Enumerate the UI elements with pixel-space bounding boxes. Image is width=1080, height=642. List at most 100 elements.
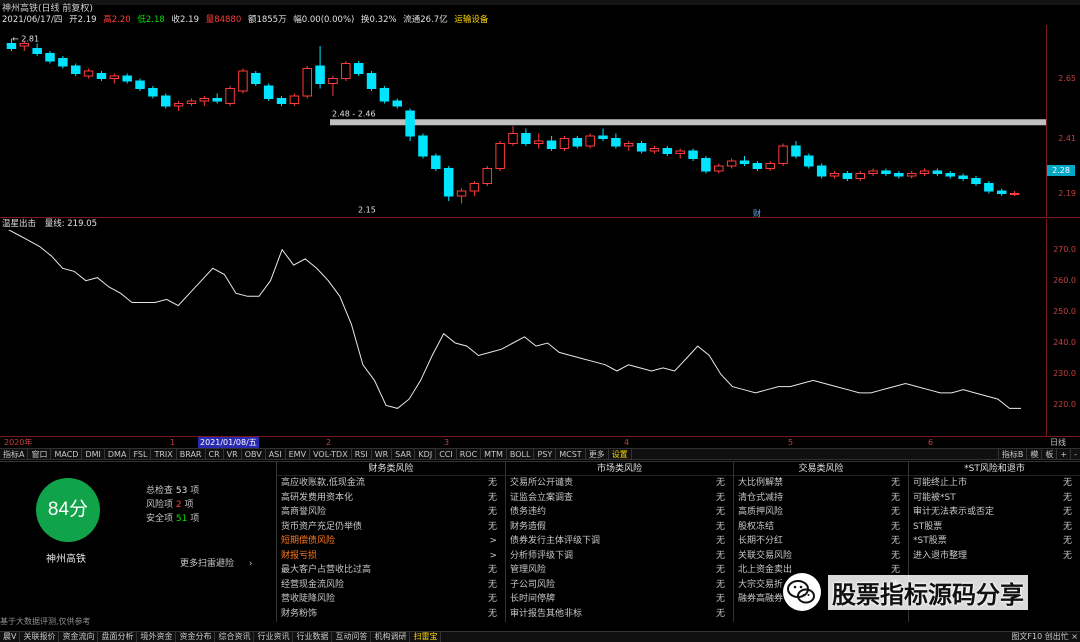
risk-item[interactable]: 子公司风险 无 [506,578,733,593]
bottom-nav-item[interactable]: 境外资金 [137,632,177,642]
candle-body[interactable] [70,65,81,74]
risk-item[interactable]: 高研发费用资本化 无 [277,491,505,506]
candle-body[interactable] [572,138,583,147]
finance-marker[interactable]: 财 [753,208,761,217]
tab-25[interactable]: 更多 [586,448,609,460]
tab-20[interactable]: ROC [457,448,482,460]
tab-3[interactable]: MACD [51,448,83,460]
tab-24[interactable]: MCST [556,448,586,460]
candle-body[interactable] [418,135,428,157]
risk-item[interactable]: 最大客户占营收比过高 无 [277,563,505,578]
sector-signal[interactable]: 运输设备 [454,15,488,25]
tab-4[interactable]: DMI [82,448,105,460]
tab-right-4[interactable]: + [1056,449,1070,460]
risk-item[interactable]: 长期不分红 无 [734,534,908,549]
candle-body[interactable] [611,138,621,147]
period-unit[interactable]: 日线 [1050,437,1066,448]
tab-15[interactable]: RSI [352,448,372,460]
risk-item[interactable]: 财务粉饰 无 [277,607,505,622]
candle-body[interactable] [1009,193,1020,195]
candle-body[interactable] [636,143,647,152]
candle-body[interactable] [752,163,763,169]
candle-body[interactable] [714,165,724,172]
risk-item[interactable]: 交易所公开谴责 无 [506,476,733,491]
tab-10[interactable]: VR [224,448,242,460]
risk-item[interactable]: 高应收账款,低现金流 无 [277,476,505,491]
risk-item[interactable]: 高商誉风险 无 [277,505,505,520]
risk-item[interactable]: 财务造假 无 [506,520,733,535]
candle-body[interactable] [482,168,493,184]
bottom-right-controls[interactable]: 图文F10 创出忙 × [1011,632,1078,642]
candle-body[interactable] [649,148,660,152]
candle-body[interactable] [739,160,750,164]
candle-body[interactable] [45,53,55,62]
risk-item[interactable]: 债务违约 无 [506,505,733,520]
candle-body[interactable] [984,183,994,192]
risk-item[interactable]: 短期偿债风险 > [277,534,505,549]
candle-body[interactable] [932,170,943,174]
tab-1[interactable]: 指标A [0,448,29,460]
candle-body[interactable] [148,88,158,97]
risk-item[interactable]: 高质押风险 无 [734,505,908,520]
tab-23[interactable]: PSY [534,448,557,460]
candle-body[interactable] [353,63,364,74]
candle-body[interactable] [302,68,312,97]
candle-body[interactable] [585,135,595,147]
candle-body[interactable] [96,73,107,79]
bottom-nav-item[interactable]: 行业数据 [293,632,333,642]
candle-body[interactable] [906,173,917,177]
candle-body[interactable] [842,173,853,179]
risk-item[interactable]: 证监会立案调查 无 [506,491,733,506]
risk-item[interactable]: 管理风险 无 [506,563,733,578]
risk-item[interactable]: 大比例解禁 无 [734,476,908,491]
indicator-name[interactable]: 温星出击 [2,219,36,229]
candle-body[interactable] [405,110,415,137]
tab-right-3[interactable]: 板 [1041,449,1056,460]
tab-6[interactable]: FSL [130,448,152,460]
candle-body[interactable] [894,173,904,177]
candle-body[interactable] [688,150,698,159]
risk-item[interactable]: 财报亏损 > [277,549,505,564]
risk-item[interactable]: 可能终止上市 无 [909,476,1080,491]
bottom-nav-item[interactable]: 盘面分析 [98,632,138,642]
bottom-nav-item[interactable]: 扫雷宝 [410,632,442,642]
candle-body[interactable] [212,98,222,102]
candle-body[interactable] [58,58,68,67]
candle-body[interactable] [624,143,634,147]
tab-13[interactable]: EMV [286,448,311,460]
risk-item[interactable]: 经营现金流风险 无 [277,578,505,593]
candle-body[interactable] [495,143,505,169]
risk-item[interactable]: 营收陡降风险 无 [277,592,505,607]
tab-right-1[interactable]: 指标B [997,449,1027,460]
candle-body[interactable] [919,170,930,174]
candle-body[interactable] [533,140,544,144]
risk-item[interactable]: 审计无法表示或否定 无 [909,505,1080,520]
candle-body[interactable] [508,133,518,144]
candle-body[interactable] [341,63,351,79]
candle-body[interactable] [559,138,570,149]
candle-body[interactable] [19,43,30,47]
candle-body[interactable] [662,148,673,154]
candle-body[interactable] [238,70,248,92]
risk-item[interactable]: 分析师评级下调 无 [506,549,733,564]
bottom-nav-item[interactable]: 资金分布 [176,632,216,642]
risk-item[interactable]: 可能被*ST 无 [909,491,1080,506]
tab-right-2[interactable]: 模 [1026,449,1041,460]
more-risk-link[interactable]: 更多扫雷避险 › [180,556,253,569]
tab-2[interactable]: 窗口 [28,448,52,460]
candle-body[interactable] [855,173,865,179]
candle-body[interactable] [726,160,737,167]
risk-item[interactable]: 股权冻结 无 [734,520,908,535]
candle-body[interactable] [675,150,685,154]
tab-21[interactable]: MTM [481,448,507,460]
candle-body[interactable] [868,170,878,174]
pane-divider[interactable] [0,217,1080,218]
candle-body[interactable] [289,95,300,104]
candle-body[interactable] [161,95,171,107]
candle-body[interactable] [765,163,775,169]
tab-19[interactable]: CCI [436,448,457,460]
candle-body[interactable] [83,70,94,77]
tab-18[interactable]: KDJ [415,448,437,460]
tab-17[interactable]: SAR [392,448,416,460]
candle-body[interactable] [996,190,1007,194]
